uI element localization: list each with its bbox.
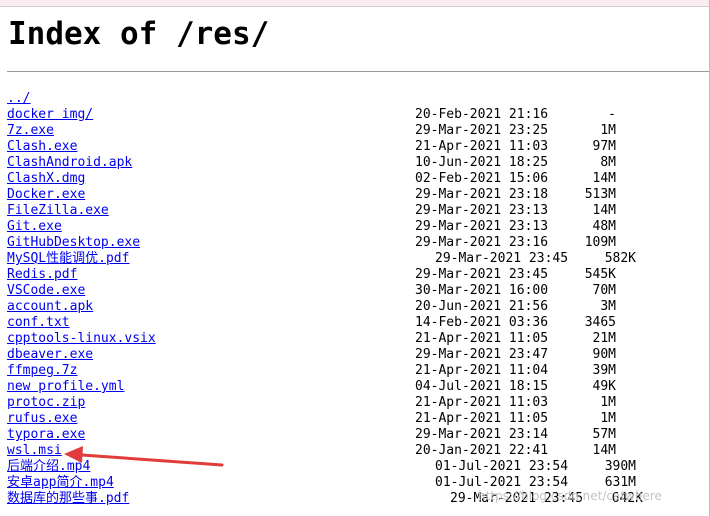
annotation-arrow (64, 446, 224, 467)
watermark: https://blog.csdn.net/catwhere (478, 489, 662, 503)
